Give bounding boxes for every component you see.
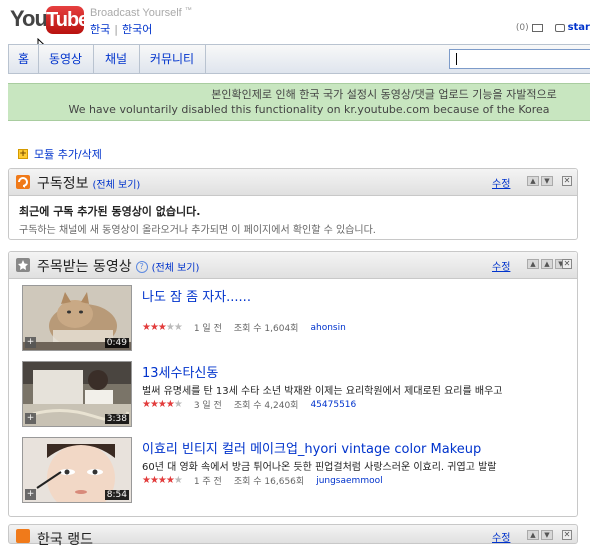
empty-title: 최근에 구독 추가된 동영상이 없습니다. xyxy=(19,205,201,218)
module-title: 구독정보 (전체 보기) xyxy=(37,173,140,193)
video-age: 3 일 전 xyxy=(193,401,222,411)
video-meta: ★★★★★ 1 주 전 조회 수 16,656회 jungsaemmool xyxy=(142,474,383,487)
subscriptions-body: 최근에 구독 추가된 동영상이 없습니다. 구독하는 채널에 새 동영상이 올라… xyxy=(9,196,577,243)
module-controls: ▲ ▼ xyxy=(527,530,553,540)
video-meta: ★★★★★ 3 일 전 조회 수 4,240회 45475516 xyxy=(142,398,356,411)
video-views: 조회 수 16,656회 xyxy=(233,477,305,487)
subscriptions-module: 구독정보 (전체 보기) 수정 ▲ ▼ ✕ 최근에 구독 추가된 동영상이 없습니다… xyxy=(8,168,578,240)
video-duration: 8:54 xyxy=(104,490,129,500)
star-rating: ★★★★★ xyxy=(142,322,183,333)
tab-channels[interactable]: 채널 xyxy=(93,45,140,73)
video-views: 조회 수 1,604회 xyxy=(233,324,299,334)
video-title-link[interactable]: 나도 잠 좀 자자...... xyxy=(142,286,251,305)
empty-description: 구독하는 채널에 새 동영상이 올라오거나 추가되면 이 페이지에서 확인할 수… xyxy=(19,225,376,236)
edit-link[interactable]: 수정 xyxy=(492,529,510,544)
account-area: (0) star xyxy=(516,22,590,33)
tv-icon[interactable] xyxy=(554,23,565,32)
youtube-logo[interactable]: You Tube xyxy=(10,4,89,38)
module-header: 주목받는 동영상? (전체 보기) 수정 ▲ ▲ ▼ ✕ xyxy=(9,252,577,279)
video-views: 조회 수 4,240회 xyxy=(233,401,299,411)
video-duration: 3:38 xyxy=(104,414,129,424)
inbox-count: (0) xyxy=(515,22,529,33)
video-item: + 8:54 이효리 빈티지 컬러 메이크업_hyori vintage col… xyxy=(22,437,572,505)
notice-line-korean: 본인확인제로 인해 한국 국가 설정시 동영상/댓글 업로드 기능을 자발적으로 xyxy=(211,88,557,101)
move-up-icon[interactable]: ▲ xyxy=(527,259,539,269)
close-icon[interactable]: ✕ xyxy=(562,259,572,269)
notice-line-english: We have voluntarily disabled this functi… xyxy=(68,103,550,116)
move-up-icon[interactable]: ▲ xyxy=(541,259,553,269)
featured-title: 주목받는 동영상 xyxy=(37,259,132,275)
text-caret xyxy=(456,53,457,65)
main-nav: 홈 동영상 채널 커뮤니티 xyxy=(8,44,590,74)
video-age: 1 주 전 xyxy=(193,477,222,487)
move-down-icon[interactable]: ▼ xyxy=(541,176,553,186)
add-module-label[interactable]: 모듈 추가/삭제 xyxy=(34,146,102,162)
logo-you-text: You xyxy=(10,6,48,31)
lang-korean-link[interactable]: 한국어 xyxy=(122,23,152,36)
tab-home[interactable]: 홈 xyxy=(9,45,39,73)
view-all-link[interactable]: (전체 보기) xyxy=(93,180,141,191)
close-icon[interactable]: ✕ xyxy=(562,176,572,186)
uploader-link[interactable]: ahonsin xyxy=(310,323,345,333)
notice-banner: 본인확인제로 인해 한국 국가 설정시 동영상/댓글 업로드 기능을 자발적으로… xyxy=(8,83,590,121)
video-thumbnail[interactable]: + 3:38 xyxy=(22,361,132,427)
module-title: 한국 랭드 xyxy=(37,532,93,548)
module-controls: ▲ ▲ ▼ xyxy=(527,259,567,269)
uploader-link[interactable]: 45475516 xyxy=(310,400,356,410)
user-link[interactable]: star xyxy=(568,22,590,33)
tagline-text: Broadcast Yourself xyxy=(90,7,182,19)
video-description: 60년 대 영화 속에서 방금 튀어나온 듯한 핀업걸처럼 사랑스러운 이효리.… xyxy=(142,462,497,473)
module-icon xyxy=(16,529,30,543)
add-to-queue-icon[interactable]: + xyxy=(25,489,36,500)
uploader-link[interactable]: jungsaemmool xyxy=(316,476,382,486)
next-module: 한국 랭드 수정 ▲ ▼ ✕ xyxy=(8,524,578,548)
add-module-link[interactable]: + 모듈 추가/삭제 xyxy=(18,146,102,162)
add-to-queue-icon[interactable]: + xyxy=(25,337,36,348)
search-input[interactable] xyxy=(449,49,590,69)
video-thumbnail[interactable]: + 8:54 xyxy=(22,437,132,503)
language-selector: 한국 | 한국어 xyxy=(90,21,152,37)
module-header: 구독정보 (전체 보기) 수정 ▲ ▼ ✕ xyxy=(9,169,577,196)
view-all-link[interactable]: (전체 보기) xyxy=(152,263,200,274)
featured-videos-module: 주목받는 동영상? (전체 보기) 수정 ▲ ▲ ▼ ✕ + 0:49 나도 잠 좀 … xyxy=(8,251,578,517)
move-up-icon[interactable]: ▲ xyxy=(527,176,539,186)
star-rating: ★★★★★ xyxy=(142,399,183,410)
video-title-link[interactable]: 13세수타신동 xyxy=(142,362,218,381)
video-title-link[interactable]: 이효리 빈티지 컬러 메이크업_hyori vintage color Make… xyxy=(142,438,481,457)
video-item: + 3:38 13세수타신동 벌써 유명세를 탄 13세 수타 소년 박재완 이… xyxy=(22,361,572,429)
edit-link[interactable]: 수정 xyxy=(492,175,510,190)
add-to-queue-icon[interactable]: + xyxy=(25,413,36,424)
lang-current-link[interactable]: 한국 xyxy=(90,23,110,36)
module-title: 주목받는 동영상? (전체 보기) xyxy=(37,256,199,276)
move-down-icon[interactable]: ▼ xyxy=(541,530,553,540)
featured-icon xyxy=(16,258,30,272)
tab-videos[interactable]: 동영상 xyxy=(38,45,94,73)
move-up-icon[interactable]: ▲ xyxy=(527,530,539,540)
subscription-icon xyxy=(16,175,30,189)
tagline: Broadcast Yourself ™ xyxy=(90,7,192,19)
video-duration: 0:49 xyxy=(104,338,129,348)
edit-link[interactable]: 수정 xyxy=(492,258,510,273)
close-icon[interactable]: ✕ xyxy=(562,530,572,540)
lang-divider: | xyxy=(114,23,118,36)
mail-icon[interactable] xyxy=(531,23,543,32)
star-rating: ★★★★★ xyxy=(142,475,183,486)
video-thumbnail[interactable]: + 0:49 xyxy=(22,285,132,351)
tab-community[interactable]: 커뮤니티 xyxy=(139,45,206,73)
video-meta: ★★★★★ 1 일 전 조회 수 1,604회 ahonsin xyxy=(142,321,346,334)
logo-tube-text: Tube xyxy=(46,6,89,34)
subscriptions-title: 구독정보 xyxy=(37,176,89,192)
video-description: 벌써 유명세를 탄 13세 수타 소년 박재완 이제는 요리학원에서 제대로된 … xyxy=(142,386,503,397)
plus-icon: + xyxy=(18,149,28,159)
help-icon[interactable]: ? xyxy=(135,261,148,273)
video-item: + 0:49 나도 잠 좀 자자...... ★★★★★ 1 일 전 조회 수 … xyxy=(22,285,572,353)
trademark-mark: ™ xyxy=(184,7,192,14)
module-controls: ▲ ▼ xyxy=(527,176,553,186)
video-age: 1 일 전 xyxy=(193,324,222,334)
